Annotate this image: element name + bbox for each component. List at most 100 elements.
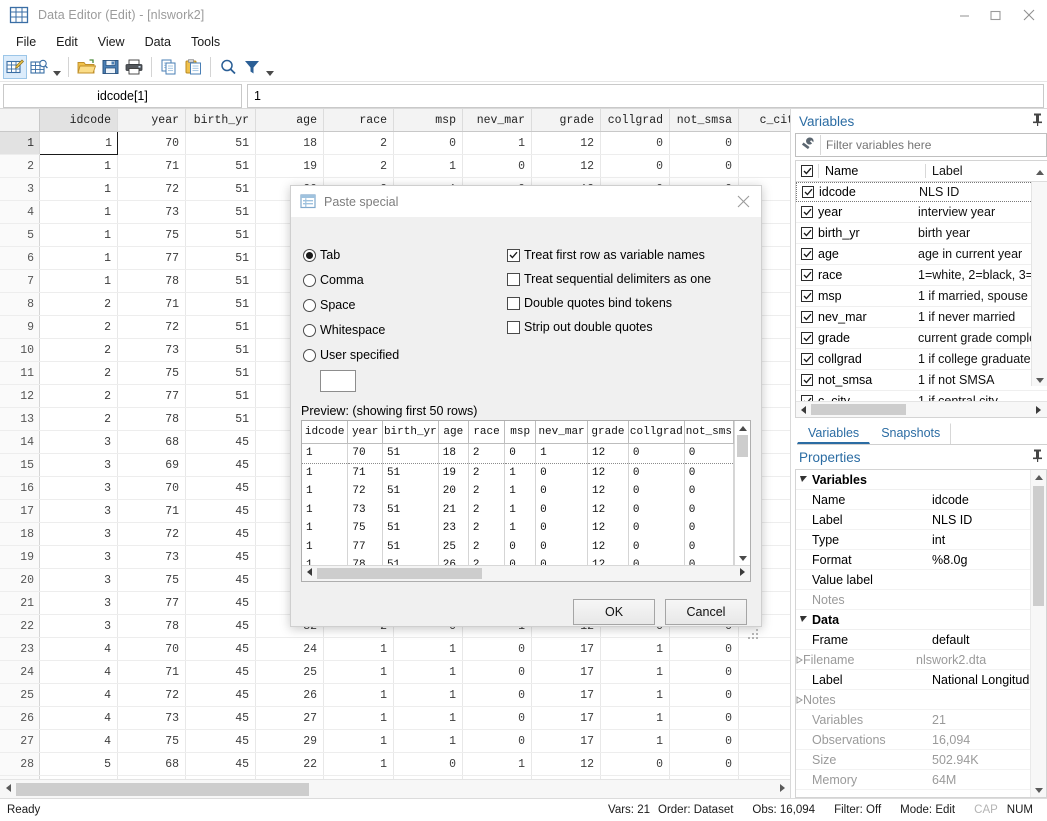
data-cell[interactable]: 3	[40, 477, 118, 500]
data-cell[interactable]: 2	[40, 316, 118, 339]
data-cell[interactable]: 3	[40, 431, 118, 454]
row-number-cell[interactable]: 19	[0, 546, 40, 569]
data-cell[interactable]: 1	[394, 707, 463, 730]
data-cell[interactable]: 25	[256, 661, 324, 684]
row-number-cell[interactable]: 28	[0, 753, 40, 776]
variables-scroll-left-icon[interactable]	[796, 403, 811, 417]
variable-row-year[interactable]: yearinterview year	[796, 202, 1047, 223]
table-row[interactable]: 28568452210112001	[0, 753, 790, 776]
row-number-cell[interactable]: 27	[0, 730, 40, 753]
row-number-cell[interactable]: 26	[0, 707, 40, 730]
data-cell[interactable]: 1	[739, 132, 791, 155]
data-cell[interactable]: 0	[670, 155, 739, 178]
data-cell[interactable]: 73	[118, 339, 186, 362]
variable-row-birth_yr[interactable]: birth_yrbirth year	[796, 223, 1047, 244]
data-cell[interactable]: 0	[601, 132, 670, 155]
variable-row-c_city[interactable]: c_city1 if central city	[796, 391, 1047, 401]
data-cell[interactable]: 0	[670, 661, 739, 684]
property-row-size[interactable]: Size502.94K	[796, 750, 1046, 770]
data-cell[interactable]: 0	[463, 155, 532, 178]
data-cell[interactable]: 45	[186, 661, 256, 684]
grid-horizontal-scrollbar[interactable]	[0, 779, 790, 798]
column-header-year[interactable]: year	[118, 109, 186, 132]
property-row-type[interactable]: Typeint	[796, 530, 1046, 550]
data-cell[interactable]: 0	[394, 753, 463, 776]
variable-row-age[interactable]: ageage in current year	[796, 244, 1047, 265]
variables-list[interactable]: Name Label idcodeNLS IDyearinterview yea…	[795, 160, 1047, 418]
data-cell[interactable]: 51	[186, 408, 256, 431]
row-number-cell[interactable]: 16	[0, 477, 40, 500]
variables-horizontal-scrollbar[interactable]	[796, 401, 1047, 417]
pin-icon[interactable]	[1032, 113, 1043, 129]
preview-horizontal-scrollbar[interactable]	[302, 565, 750, 581]
data-cell[interactable]: 72	[118, 523, 186, 546]
data-cell[interactable]: 73	[118, 201, 186, 224]
data-cell[interactable]: 51	[186, 201, 256, 224]
data-cell[interactable]: 12	[532, 155, 601, 178]
resize-grip[interactable]	[748, 629, 758, 639]
data-cell[interactable]: 1	[324, 684, 394, 707]
variable-checkbox-c_city[interactable]	[796, 395, 818, 401]
variable-checkbox-race[interactable]	[796, 269, 818, 281]
data-cell[interactable]: 45	[186, 753, 256, 776]
data-cell[interactable]: 45	[186, 638, 256, 661]
checkbox-sequential-delimiters[interactable]: Treat sequential delimiters as one	[507, 269, 761, 289]
data-cell[interactable]: 2	[40, 385, 118, 408]
variable-checkbox-grade[interactable]	[796, 332, 818, 344]
row-number-cell[interactable]: 2	[0, 155, 40, 178]
row-number-cell[interactable]: 3	[0, 178, 40, 201]
data-cell[interactable]: 0	[739, 661, 791, 684]
data-cell[interactable]: 71	[118, 500, 186, 523]
cell-value-input[interactable]: 1	[247, 84, 1044, 108]
row-number-cell[interactable]: 4	[0, 201, 40, 224]
property-row-filename[interactable]: Filenamenlswork2.dta	[796, 650, 1046, 670]
dialog-close-icon[interactable]	[725, 186, 761, 217]
preview-table[interactable]: idcode year birth_yr age race msp nev_ma…	[302, 421, 734, 565]
variable-checkbox-idcode[interactable]	[797, 186, 819, 198]
data-cell[interactable]: 51	[186, 247, 256, 270]
data-cell[interactable]: 1	[40, 155, 118, 178]
data-cell[interactable]: 78	[118, 270, 186, 293]
data-cell[interactable]: 0	[463, 730, 532, 753]
data-cell[interactable]: 72	[118, 316, 186, 339]
row-number-cell[interactable]: 11	[0, 362, 40, 385]
menu-tools[interactable]: Tools	[181, 33, 230, 51]
row-number-cell[interactable]: 18	[0, 523, 40, 546]
data-cell[interactable]: 45	[186, 569, 256, 592]
radio-comma[interactable]: Comma	[303, 270, 503, 290]
radio-tab[interactable]: Tab	[303, 245, 503, 265]
data-cell[interactable]: 51	[186, 293, 256, 316]
data-cell[interactable]: 78	[118, 615, 186, 638]
data-cell[interactable]: 1	[739, 753, 791, 776]
variable-row-race[interactable]: race1=white, 2=black, 3=	[796, 265, 1047, 286]
data-cell[interactable]: 72	[118, 684, 186, 707]
table-row[interactable]: 29569452310112001	[0, 776, 790, 780]
radio-space-indicator[interactable]	[303, 299, 316, 312]
data-cell[interactable]: 0	[670, 684, 739, 707]
data-cell[interactable]: 12	[532, 753, 601, 776]
data-cell[interactable]: 71	[118, 155, 186, 178]
data-cell[interactable]: 1	[463, 753, 532, 776]
radio-whitespace[interactable]: Whitespace	[303, 320, 503, 340]
data-cell[interactable]: 51	[186, 339, 256, 362]
data-cell[interactable]: 77	[118, 592, 186, 615]
checkbox-sequential-delimiters-box[interactable]	[507, 273, 520, 286]
data-cell[interactable]: 4	[40, 684, 118, 707]
row-number-cell[interactable]: 17	[0, 500, 40, 523]
preview-hscroll-thumb[interactable]	[317, 568, 482, 579]
property-row-notes[interactable]: Notes	[796, 590, 1046, 610]
property-row-label[interactable]: LabelNational Longitudi	[796, 670, 1046, 690]
variable-row-msp[interactable]: msp1 if married, spouse p	[796, 286, 1047, 307]
data-cell[interactable]: 51	[186, 362, 256, 385]
data-cell[interactable]: 19	[256, 155, 324, 178]
row-number-cell[interactable]: 21	[0, 592, 40, 615]
data-cell[interactable]: 71	[118, 661, 186, 684]
open-icon[interactable]	[74, 55, 98, 79]
data-cell[interactable]: 3	[40, 546, 118, 569]
data-cell[interactable]: 22	[256, 753, 324, 776]
property-row-value-label[interactable]: Value label	[796, 570, 1046, 590]
properties-scroll-up-icon[interactable]	[1031, 470, 1046, 484]
triangle-down-icon[interactable]	[796, 615, 812, 625]
data-cell[interactable]: 1	[324, 776, 394, 780]
data-cell[interactable]: 45	[186, 454, 256, 477]
